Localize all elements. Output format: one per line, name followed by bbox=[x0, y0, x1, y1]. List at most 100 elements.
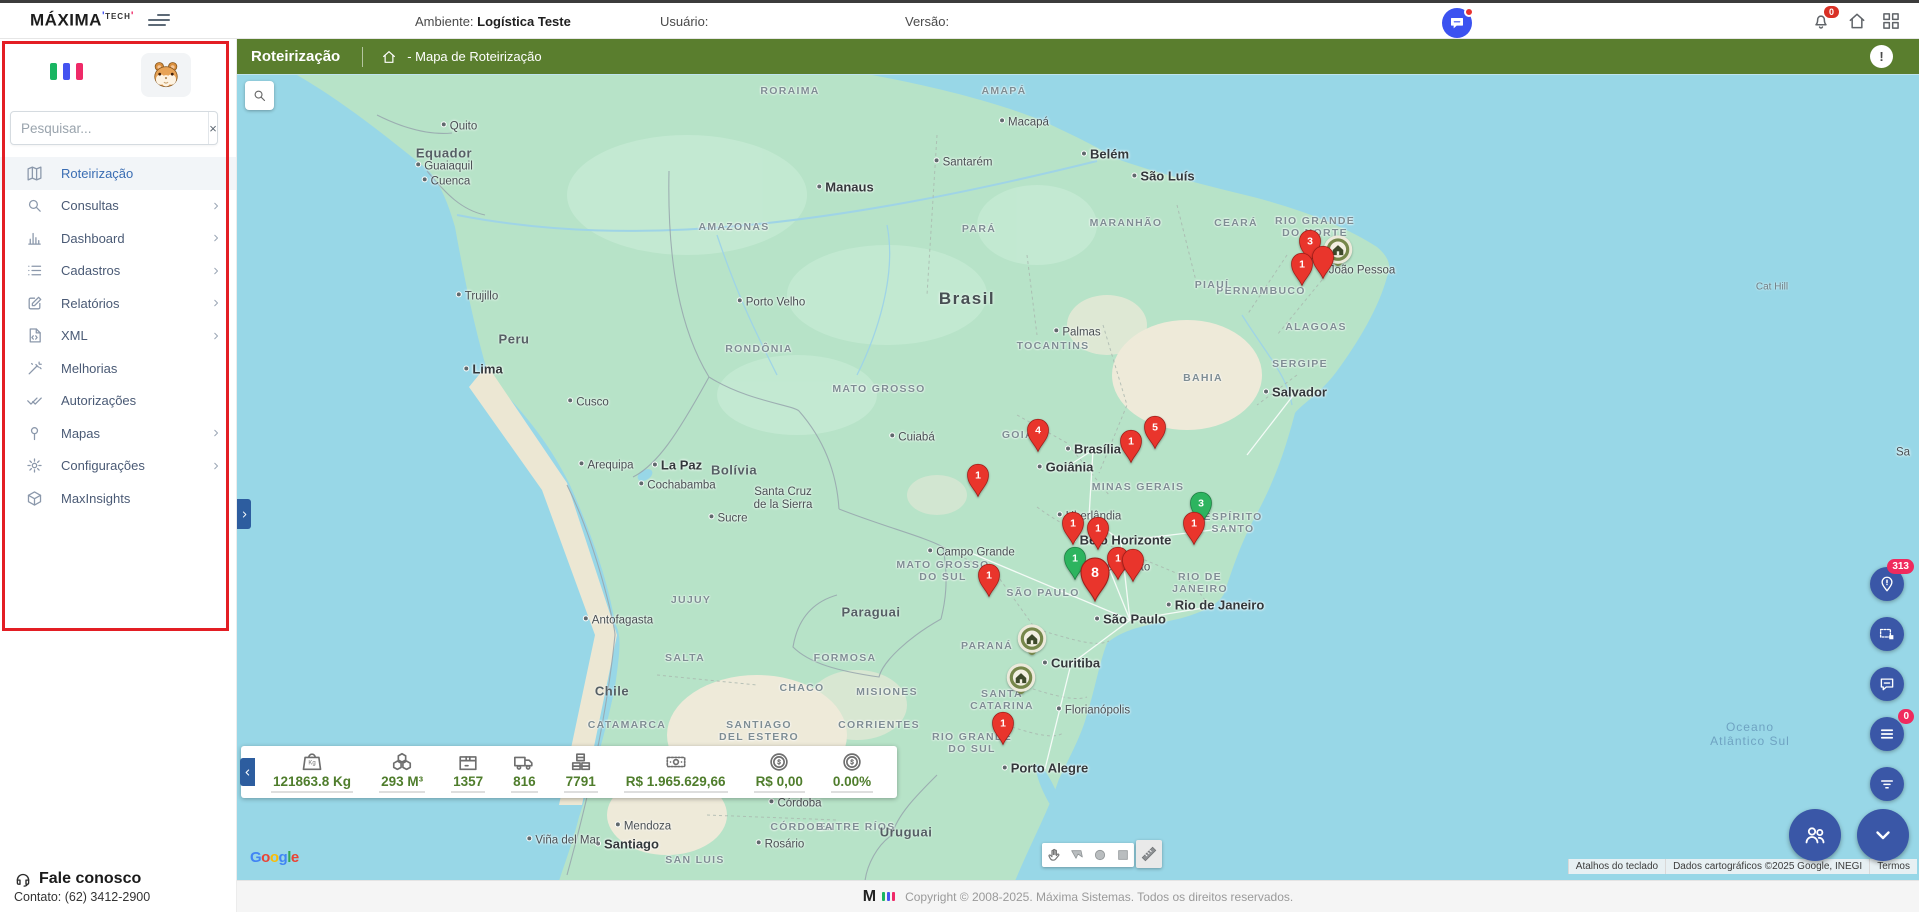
panel-expand-tab[interactable] bbox=[237, 499, 251, 529]
google-logo-letter: o bbox=[270, 849, 279, 866]
hand-icon bbox=[1046, 847, 1062, 863]
sidebar-item[interactable]: Roteirização bbox=[0, 157, 236, 190]
sidebar-item-label: Consultas bbox=[61, 198, 210, 213]
map-pin[interactable]: 1 bbox=[1181, 510, 1208, 546]
drawing-tool-button[interactable] bbox=[1042, 843, 1065, 867]
brand-logo: máxima'tech' bbox=[30, 10, 134, 31]
user-field: Usuário: bbox=[660, 14, 708, 29]
sidebar-item[interactable]: Consultas bbox=[0, 190, 236, 223]
map-pin[interactable]: 1 bbox=[1289, 251, 1316, 287]
drawing-tool-button[interactable] bbox=[1088, 843, 1111, 867]
breadcrumb-bar: Roteirização - Mapa de Roteirização ! bbox=[237, 39, 1919, 74]
copyright-text: Copyright © 2008-2025. Máxima Sistemas. … bbox=[905, 890, 1293, 904]
map-pin[interactable] bbox=[1120, 547, 1147, 583]
search-clear-button[interactable]: × bbox=[208, 112, 217, 144]
map-canvas[interactable]: QuitoEquadorGuaiaquilCuencaRORAIMAAMAPÁM… bbox=[237, 74, 1919, 880]
drivers-button[interactable] bbox=[1789, 809, 1841, 861]
svg-text:4: 4 bbox=[1035, 425, 1041, 437]
notifications-button[interactable]: 0 bbox=[1810, 11, 1832, 33]
search-input[interactable] bbox=[11, 112, 208, 144]
page-title: Roteirização bbox=[237, 48, 362, 65]
alert-button[interactable]: ! bbox=[1870, 45, 1893, 68]
notifications-badge: 0 bbox=[1824, 6, 1839, 18]
attribution-item[interactable]: Dados cartográficos ©2025 Google, INEGI bbox=[1665, 859, 1869, 874]
map-pin[interactable]: 1 bbox=[965, 462, 992, 498]
version-label: Versão: bbox=[905, 14, 949, 29]
support-chat-button[interactable] bbox=[1442, 8, 1472, 38]
map-pin[interactable]: 1 bbox=[990, 710, 1017, 746]
drawing-toolbar bbox=[1042, 843, 1134, 867]
stat-value: 1357 bbox=[451, 773, 485, 793]
stat-value: 7791 bbox=[564, 773, 598, 793]
stat-item: 293 M³ bbox=[379, 751, 425, 793]
svg-text:5: 5 bbox=[1152, 422, 1158, 434]
breadcrumb-home-icon[interactable] bbox=[381, 49, 397, 65]
stat-value: R$ 1.965.629,66 bbox=[624, 773, 728, 793]
attribution-item[interactable]: Termos bbox=[1869, 859, 1917, 874]
map-pin[interactable]: 8 bbox=[1077, 555, 1113, 603]
measure-tool-button[interactable] bbox=[1136, 840, 1162, 868]
chart-icon bbox=[26, 230, 43, 247]
map-fab-button[interactable]: 0 bbox=[1870, 717, 1904, 751]
sidebar-item[interactable]: XML bbox=[0, 320, 236, 353]
sidebar-item[interactable]: Mapas bbox=[0, 417, 236, 450]
package-icon bbox=[457, 751, 479, 773]
depot-marker[interactable] bbox=[1004, 661, 1038, 701]
sidebar-item[interactable]: Relatórios bbox=[0, 287, 236, 320]
polygon-icon bbox=[1069, 847, 1085, 863]
map-pin[interactable]: 1 bbox=[1118, 428, 1145, 464]
sidebar-item-label: XML bbox=[61, 328, 210, 343]
svg-text:1: 1 bbox=[1191, 518, 1197, 530]
sidebar-item[interactable]: Autorizações bbox=[0, 385, 236, 418]
svg-text:1: 1 bbox=[1128, 436, 1134, 448]
map-pin[interactable]: 5 bbox=[1142, 414, 1169, 450]
drawing-tool-button[interactable] bbox=[1065, 843, 1088, 867]
svg-text:1: 1 bbox=[975, 470, 981, 482]
hamster-avatar[interactable] bbox=[141, 53, 191, 97]
stat-item: 1357 bbox=[451, 751, 485, 793]
sidebar-item[interactable]: MaxInsights bbox=[0, 482, 236, 515]
gear-icon bbox=[26, 457, 43, 474]
google-logo-letter: o bbox=[261, 849, 270, 866]
map-pin[interactable]: 4 bbox=[1025, 417, 1052, 453]
svg-text:8: 8 bbox=[1091, 564, 1099, 580]
sidebar-item-label: Roteirização bbox=[61, 166, 222, 181]
attribution-item[interactable]: Atalhos do teclado bbox=[1568, 859, 1665, 874]
footer: M Copyright © 2008-2025. Máxima Sistemas… bbox=[237, 880, 1919, 912]
ruler-icon bbox=[1140, 845, 1158, 863]
stat-item: R$ 1.965.629,66 bbox=[624, 751, 728, 793]
map-fab-button[interactable] bbox=[1870, 617, 1904, 651]
map-pin[interactable]: 1 bbox=[976, 562, 1003, 598]
map-search-button[interactable] bbox=[245, 81, 274, 110]
collapse-panel-button[interactable] bbox=[1857, 809, 1909, 861]
chevron-right-icon bbox=[210, 297, 222, 309]
stat-value: 816 bbox=[511, 773, 538, 793]
apps-grid-button[interactable] bbox=[1880, 11, 1902, 33]
drawing-tool-button[interactable] bbox=[1111, 843, 1134, 867]
map-pin[interactable]: 1 bbox=[1060, 510, 1087, 546]
stats-collapse-tab[interactable] bbox=[240, 758, 255, 786]
depot-marker[interactable] bbox=[1015, 622, 1049, 662]
menu-lines-icon bbox=[1878, 725, 1896, 743]
home-button[interactable] bbox=[1846, 11, 1868, 33]
sidebar-item[interactable]: Dashboard bbox=[0, 222, 236, 255]
sidebar-item[interactable]: Configurações bbox=[0, 450, 236, 483]
chat-notification-dot bbox=[1464, 7, 1474, 17]
environment-label: Ambiente: bbox=[415, 14, 474, 29]
banknote-icon bbox=[665, 751, 687, 773]
list-icon bbox=[26, 262, 43, 279]
google-logo-letter: G bbox=[250, 849, 261, 866]
google-logo[interactable]: Google bbox=[250, 849, 299, 866]
svg-text:1: 1 bbox=[1095, 523, 1101, 535]
stats-items: Kg 121863.8 Kg 293 M³ 1357 816 7791 bbox=[271, 751, 873, 793]
sidebar-item[interactable]: Melhorias bbox=[0, 352, 236, 385]
contact-title: Fale conosco bbox=[39, 870, 141, 888]
sidebar-item[interactable]: Cadastros bbox=[0, 255, 236, 288]
sidebar-item-label: MaxInsights bbox=[61, 491, 222, 506]
hamburger-menu-icon[interactable] bbox=[148, 14, 170, 28]
svg-text:1: 1 bbox=[1070, 518, 1076, 530]
map-fab-button[interactable] bbox=[1870, 667, 1904, 701]
grid-icon bbox=[1881, 19, 1901, 34]
map-fab-button[interactable] bbox=[1870, 767, 1904, 801]
map-fab-button[interactable]: 313 bbox=[1870, 567, 1904, 601]
